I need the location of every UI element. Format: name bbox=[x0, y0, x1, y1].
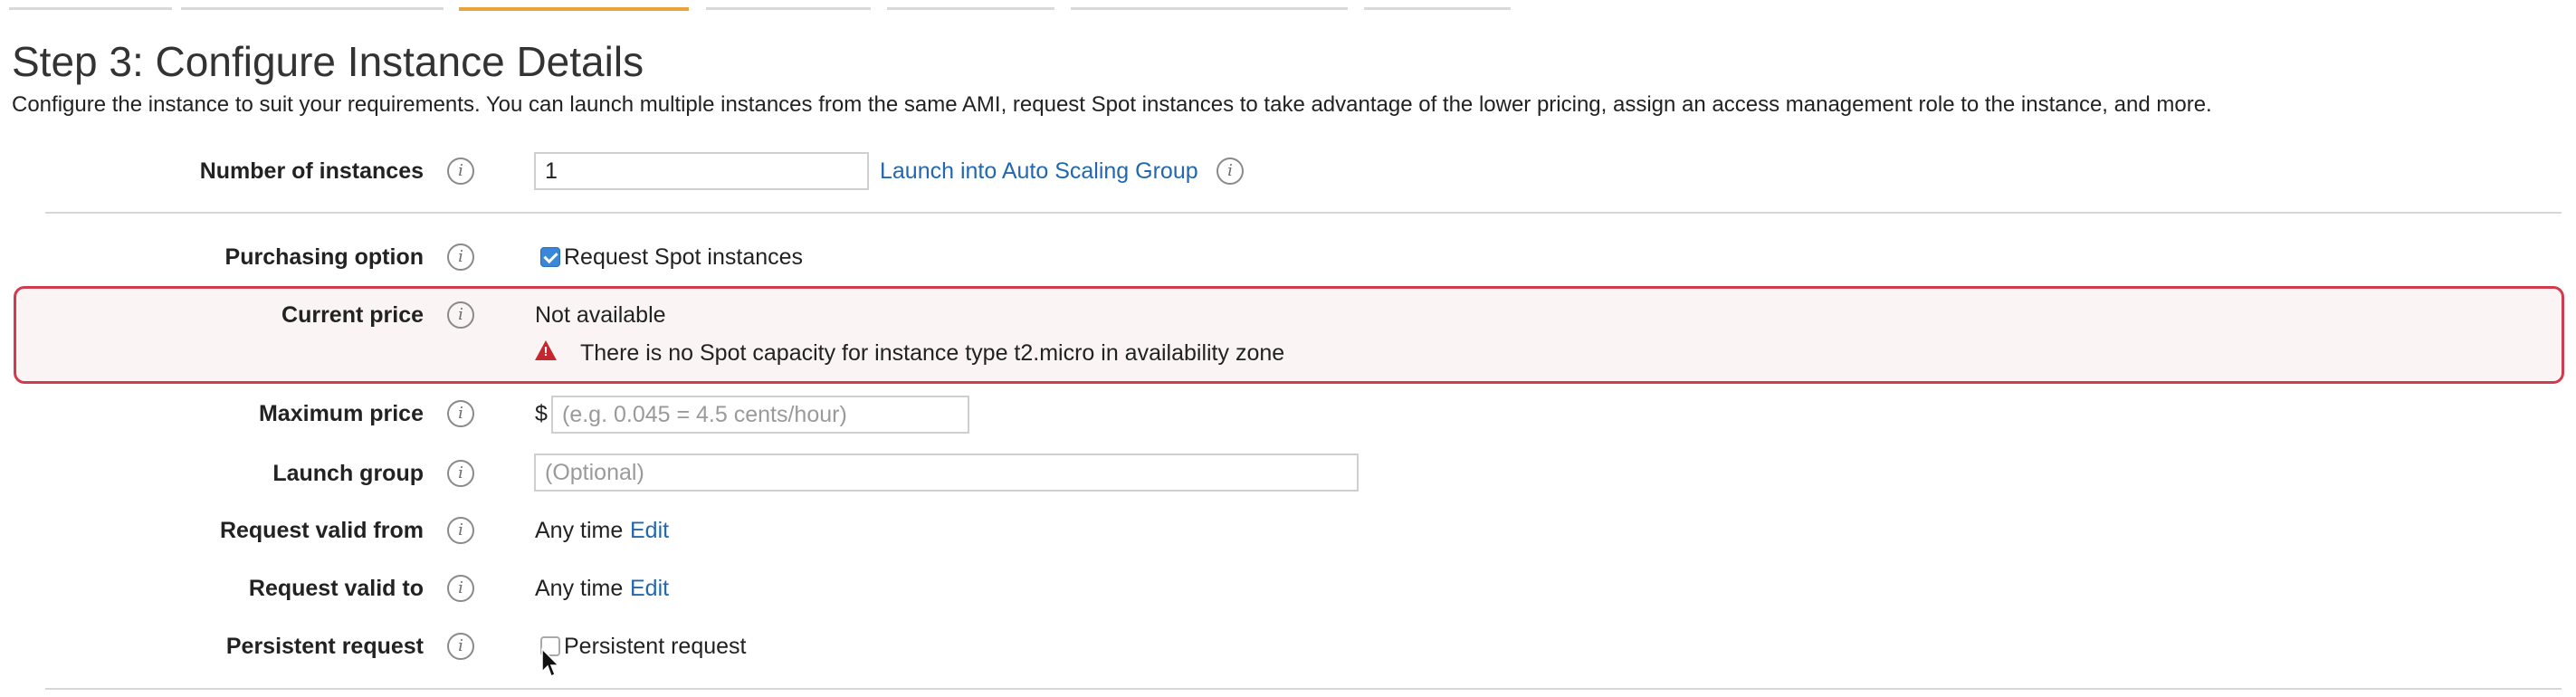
persistent-request-row: Persistent request i Persistent request bbox=[0, 619, 2576, 673]
request-valid-from-value: Any time bbox=[535, 518, 624, 543]
request-valid-from-label: Request valid from bbox=[219, 518, 424, 543]
wizard-tab-6[interactable] bbox=[1071, 7, 1348, 10]
request-valid-to-row: Request valid to i Any time Edit bbox=[0, 561, 2576, 616]
request-spot-label[interactable]: Request Spot instances bbox=[564, 230, 803, 284]
wizard-tab-7[interactable] bbox=[1364, 7, 1511, 10]
launch-auto-scaling-link[interactable]: Launch into Auto Scaling Group bbox=[880, 144, 1198, 198]
wizard-tab-5[interactable] bbox=[887, 7, 1054, 10]
wizard-tab-3-active[interactable] bbox=[459, 7, 689, 11]
wizard-tab-strip bbox=[0, 0, 1539, 13]
info-icon[interactable]: i bbox=[447, 301, 474, 329]
request-valid-from-edit-link[interactable]: Edit bbox=[630, 503, 669, 558]
info-icon[interactable]: i bbox=[447, 158, 474, 185]
number-of-instances-row: Number of instances i Launch into Auto S… bbox=[0, 144, 2576, 198]
maximum-price-input[interactable] bbox=[551, 396, 969, 434]
info-icon[interactable]: i bbox=[1216, 158, 1244, 185]
currency-symbol: $ bbox=[535, 401, 548, 426]
number-of-instances-input[interactable] bbox=[534, 152, 869, 190]
persistent-request-label: Persistent request bbox=[225, 634, 424, 659]
purchasing-option-row: Purchasing option i Request Spot instanc… bbox=[0, 230, 2576, 284]
launch-group-row: Launch group i bbox=[0, 446, 2576, 501]
info-icon[interactable]: i bbox=[447, 460, 474, 487]
wizard-tab-4[interactable] bbox=[706, 7, 871, 10]
launch-group-input[interactable] bbox=[534, 454, 1359, 492]
request-spot-checkbox[interactable] bbox=[540, 247, 560, 267]
info-icon[interactable]: i bbox=[447, 517, 474, 544]
spot-capacity-warning: ! There is no Spot capacity for instance… bbox=[0, 326, 2576, 380]
info-icon[interactable]: i bbox=[447, 400, 474, 427]
page-description: Configure the instance to suit your requ… bbox=[12, 92, 2212, 117]
info-icon[interactable]: i bbox=[447, 633, 474, 660]
number-of-instances-label: Number of instances bbox=[199, 158, 424, 184]
maximum-price-row: Maximum price i $ bbox=[0, 387, 2576, 441]
section-divider bbox=[45, 212, 2562, 214]
persistent-request-checkbox-label[interactable]: Persistent request bbox=[564, 619, 747, 673]
info-icon[interactable]: i bbox=[447, 243, 474, 271]
request-valid-to-label: Request valid to bbox=[248, 576, 424, 601]
mouse-cursor-icon bbox=[541, 648, 559, 678]
request-valid-to-value: Any time bbox=[535, 576, 624, 601]
page-title: Step 3: Configure Instance Details bbox=[12, 38, 644, 85]
info-icon[interactable]: i bbox=[447, 575, 474, 602]
launch-group-label: Launch group bbox=[272, 461, 424, 486]
request-valid-from-row: Request valid from i Any time Edit bbox=[0, 503, 2576, 558]
request-valid-to-edit-link[interactable]: Edit bbox=[630, 561, 669, 616]
section-divider-bottom bbox=[45, 688, 2562, 690]
spot-capacity-warning-text: There is no Spot capacity for instance t… bbox=[580, 340, 1285, 366]
purchasing-option-label: Purchasing option bbox=[224, 244, 424, 270]
warning-icon-mark: ! bbox=[543, 344, 549, 359]
wizard-tab-2[interactable] bbox=[181, 7, 444, 10]
wizard-tab-1[interactable] bbox=[9, 7, 172, 10]
maximum-price-label: Maximum price bbox=[258, 401, 424, 426]
